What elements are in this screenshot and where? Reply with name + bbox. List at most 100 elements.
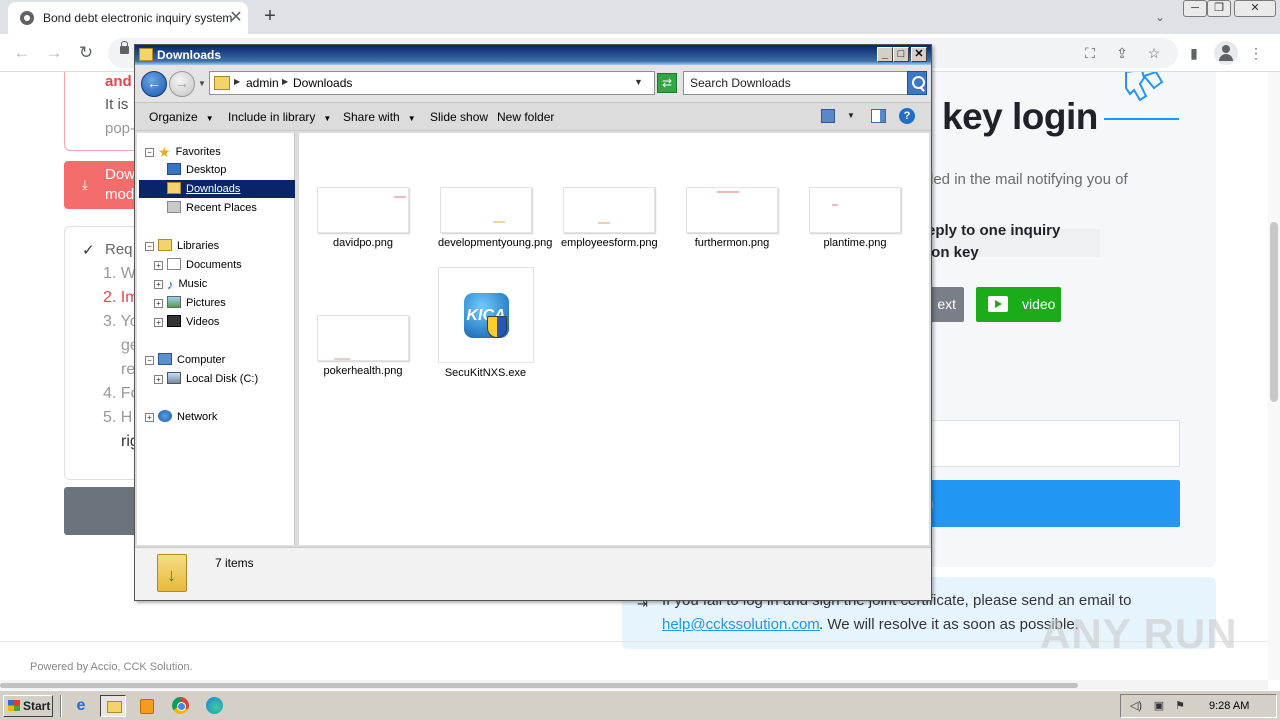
horizontal-scrollbar[interactable]: [0, 680, 1268, 690]
nav-item-downloads[interactable]: Downloads: [167, 182, 240, 195]
window-close-button[interactable]: ✕: [1234, 0, 1276, 17]
collapse-icon[interactable]: −: [145, 242, 154, 251]
address-dropdown-icon[interactable]: ▼: [634, 77, 643, 87]
explorer-minimize-button[interactable]: _: [877, 47, 893, 62]
nav-item-network[interactable]: + Network: [145, 410, 217, 423]
file-item[interactable]: developmentyoung.png: [438, 187, 552, 250]
nav-item-pictures[interactable]: + Pictures: [154, 296, 226, 309]
secondary-button[interactable]: [64, 487, 144, 535]
nav-item-desktop[interactable]: Desktop: [167, 163, 226, 176]
refresh-icon[interactable]: ⇄: [657, 73, 677, 93]
network-status-icon[interactable]: ▣: [1152, 700, 1166, 713]
tab-close-icon[interactable]: ✕: [226, 8, 246, 28]
expand-icon[interactable]: +: [154, 299, 163, 308]
window-maximize-button[interactable]: ❐: [1207, 0, 1231, 17]
breadcrumb-separator-icon[interactable]: ▶: [282, 77, 288, 86]
change-view-icon[interactable]: [821, 109, 835, 123]
reload-icon[interactable]: ↻: [74, 41, 98, 65]
back-arrow-icon[interactable]: ←: [141, 71, 167, 97]
explorer-address-bar: ← → ▼ ▶ admin ▶ Downloads ▼ ⇄ Search Dow…: [135, 65, 931, 103]
volume-icon[interactable]: ◁): [1129, 700, 1143, 713]
new-folder-button[interactable]: New folder: [497, 110, 554, 124]
scrollbar-thumb[interactable]: [1270, 222, 1278, 402]
expand-icon[interactable]: +: [154, 280, 163, 289]
file-item[interactable]: plantime.png: [807, 187, 903, 250]
share-icon[interactable]: ⇪: [1112, 43, 1132, 63]
include-in-library-menu[interactable]: Include in library ▼: [228, 110, 331, 124]
file-item-exe[interactable]: KICA SecuKitNXS.exe: [437, 267, 534, 380]
lock-icon[interactable]: [120, 41, 129, 54]
new-tab-button[interactable]: +: [258, 5, 282, 29]
key-input[interactable]: [925, 420, 1180, 467]
nav-item-music[interactable]: + ♪ Music: [154, 277, 207, 292]
side-panel-icon[interactable]: ▮: [1184, 43, 1204, 63]
help-icon[interactable]: ?: [899, 108, 915, 124]
expand-icon[interactable]: +: [154, 318, 163, 327]
download-button-label-2: mod: [105, 186, 135, 203]
search-input[interactable]: Search Downloads: [683, 71, 909, 95]
expand-icon[interactable]: +: [154, 375, 163, 384]
expand-icon[interactable]: +: [154, 261, 163, 270]
file-name: pokerhealth.png: [323, 365, 403, 377]
internet-explorer-icon[interactable]: e: [68, 695, 94, 717]
image-thumbnail: [809, 187, 901, 233]
horizontal-scrollbar-thumb[interactable]: [0, 683, 1078, 688]
collapse-icon[interactable]: −: [145, 148, 154, 157]
breadcrumb-separator-icon[interactable]: ▶: [234, 77, 240, 86]
recent-places-icon: [167, 201, 181, 213]
nav-item-favorites[interactable]: − ★ Favorites: [145, 144, 221, 160]
file-item[interactable]: employeesform.png: [561, 187, 658, 250]
play-icon: [988, 296, 1008, 312]
nav-item-recent-places[interactable]: Recent Places: [167, 201, 257, 214]
file-item[interactable]: pokerhealth.png: [315, 315, 411, 378]
video-guide-button[interactable]: video: [976, 287, 1061, 322]
nav-item-libraries[interactable]: − Libraries: [145, 239, 219, 252]
file-item[interactable]: furthermon.png: [684, 187, 780, 250]
recent-pages-chevron-icon[interactable]: ▼: [198, 79, 206, 88]
text-guide-button[interactable]: ext: [927, 287, 964, 322]
forward-arrow-icon[interactable]: →: [169, 71, 195, 97]
organize-menu[interactable]: Organize ▼: [149, 110, 214, 124]
nav-item-documents[interactable]: + Documents: [154, 258, 242, 271]
view-options-dropdown-icon[interactable]: ▼: [847, 111, 855, 120]
slide-show-button[interactable]: Slide show: [430, 110, 488, 124]
breadcrumb-item[interactable]: admin: [246, 76, 279, 90]
nav-item-local-disk[interactable]: + Local Disk (C:): [154, 372, 258, 385]
help-email-link[interactable]: help@cckssolution.com: [662, 616, 820, 633]
breadcrumb[interactable]: ▶ admin ▶ Downloads ▼: [209, 71, 655, 95]
window-minimize-button[interactable]: ─: [1183, 0, 1207, 17]
login-button[interactable]: n: [925, 480, 1180, 527]
kebab-menu-icon[interactable]: ⋮: [1246, 43, 1266, 63]
profile-icon[interactable]: [1214, 41, 1238, 65]
browser-tab[interactable]: Bond debt electronic inquiry system ✕: [8, 2, 248, 34]
file-name: SecuKitNXS.exe: [444, 367, 527, 379]
expand-icon[interactable]: +: [145, 413, 154, 422]
edge-icon[interactable]: [202, 695, 228, 717]
chrome-icon[interactable]: [168, 695, 194, 717]
preview-pane-icon[interactable]: [871, 109, 886, 123]
action-center-flag-icon[interactable]: ⚑: [1173, 700, 1187, 713]
explorer-taskbar-icon[interactable]: [100, 695, 126, 717]
forward-arrow-icon[interactable]: →: [42, 41, 66, 65]
breadcrumb-item[interactable]: Downloads: [293, 76, 352, 90]
download-module-button[interactable]: ⤓ Dow mod: [64, 161, 144, 209]
collapse-icon[interactable]: −: [145, 356, 154, 365]
star-icon[interactable]: ☆: [1144, 43, 1164, 63]
nav-item-computer[interactable]: − Computer: [145, 353, 225, 366]
start-button[interactable]: Start: [3, 695, 53, 717]
explorer-titlebar[interactable]: Downloads _ □ ✕: [135, 45, 931, 65]
dropdown-icon: ▼: [205, 114, 214, 123]
translate-icon[interactable]: ⛶: [1080, 43, 1100, 63]
back-arrow-icon[interactable]: ←: [10, 41, 34, 65]
notice-text-secondary: pop-: [105, 120, 136, 137]
tab-search-chevron-icon[interactable]: ⌄: [1148, 6, 1172, 28]
media-player-icon[interactable]: [134, 695, 160, 717]
nav-item-videos[interactable]: + Videos: [154, 315, 219, 328]
share-with-menu[interactable]: Share with ▼: [343, 110, 416, 124]
search-icon[interactable]: [907, 71, 927, 95]
explorer-close-button[interactable]: ✕: [911, 47, 927, 62]
clock[interactable]: 9:28 AM: [1209, 700, 1249, 712]
explorer-maximize-button[interactable]: □: [893, 47, 909, 62]
file-item[interactable]: davidpo.png: [315, 187, 411, 250]
vertical-scrollbar[interactable]: [1268, 72, 1280, 680]
